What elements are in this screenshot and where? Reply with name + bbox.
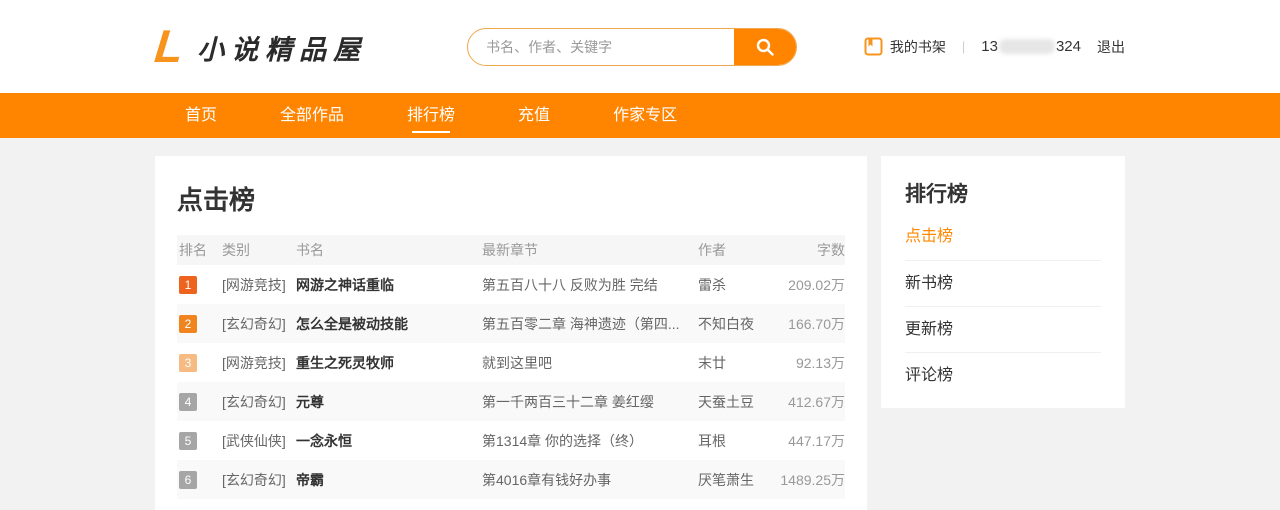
phone-blur bbox=[998, 39, 1055, 54]
page: L 小说精品屋 我的书架 bbox=[0, 0, 1280, 510]
col-header-words: 字数 bbox=[817, 242, 845, 258]
table-row: 6 [玄幻奇幻] 帝霸 第4016章有钱好办事 厌笔萧生 1489.25万 bbox=[177, 460, 845, 499]
rank-badge: 4 bbox=[179, 392, 197, 411]
rank-cell: 1 bbox=[177, 275, 222, 294]
phone-prefix: 13 bbox=[981, 38, 998, 55]
book-title-link[interactable]: 元尊 bbox=[296, 392, 482, 412]
col-header-category: 类别 bbox=[222, 242, 250, 258]
rank-cell: 5 bbox=[177, 431, 222, 450]
rank-cell: 6 bbox=[177, 470, 222, 489]
search-input[interactable] bbox=[468, 28, 735, 65]
logout-link[interactable]: 退出 bbox=[1097, 37, 1125, 57]
word-count-cell: 209.02万 bbox=[788, 276, 845, 293]
book-title-link[interactable]: 帝霸 bbox=[296, 470, 482, 490]
latest-chapter-link[interactable]: 第五百八十八 反败为胜 完结 bbox=[482, 275, 698, 295]
sidebar-item-新书榜[interactable]: 新书榜 bbox=[905, 260, 1101, 306]
main-nav: 首页 全部作品 排行榜 充值 作家专区 bbox=[0, 93, 1280, 138]
rank-cell: 3 bbox=[177, 353, 222, 372]
table-row: 3 [网游竞技] 重生之死灵牧师 就到这里吧 末廿 92.13万 bbox=[177, 343, 845, 382]
col-header-title: 书名 bbox=[296, 242, 324, 258]
book-title-link[interactable]: 网游之神话重临 bbox=[296, 275, 482, 295]
book-title-link[interactable]: 一念永恒 bbox=[296, 431, 482, 451]
table-row: 2 [玄幻奇幻] 怎么全是被动技能 第五百零二章 海神遗迹（第四... 不知白夜… bbox=[177, 304, 845, 343]
table-row: 4 [玄幻奇幻] 元尊 第一千两百三十二章 姜红缨 天蚕土豆 412.67万 bbox=[177, 382, 845, 421]
sidebar-title: 排行榜 bbox=[905, 183, 968, 206]
site-header: L 小说精品屋 我的书架 bbox=[0, 0, 1280, 93]
book-title-link[interactable]: 怎么全是被动技能 bbox=[296, 314, 482, 334]
word-count-cell: 412.67万 bbox=[788, 393, 845, 410]
latest-chapter-link[interactable]: 第1314章 你的选择（终） bbox=[482, 431, 698, 451]
nav-item-首页[interactable]: 首页 bbox=[185, 93, 217, 138]
search-bar bbox=[467, 27, 798, 66]
author-cell: 不知白夜 bbox=[698, 315, 754, 332]
phone-suffix: 324 bbox=[1055, 38, 1081, 55]
nav-item-充值[interactable]: 充值 bbox=[518, 93, 550, 138]
col-header-chapter: 最新章节 bbox=[482, 242, 538, 258]
sidebar-item-点击榜[interactable]: 点击榜 bbox=[905, 214, 1101, 260]
table-row: 1 [网游竞技] 网游之神话重临 第五百八十八 反败为胜 完结 雷杀 209.0… bbox=[177, 265, 845, 304]
bookshelf-link[interactable]: 我的书架 bbox=[864, 37, 946, 57]
col-header-rank: 排名 bbox=[179, 242, 207, 258]
category-cell[interactable]: [网游竞技] bbox=[222, 275, 296, 295]
sidebar-item-更新榜[interactable]: 更新榜 bbox=[905, 306, 1101, 352]
rank-cell: 4 bbox=[177, 392, 222, 411]
author-cell: 雷杀 bbox=[698, 276, 726, 293]
category-cell[interactable]: [玄幻奇幻] bbox=[222, 314, 296, 334]
table-row: 5 [武侠仙侠] 一念永恒 第1314章 你的选择（终） 耳根 447.17万 bbox=[177, 421, 845, 460]
author-cell: 末廿 bbox=[698, 354, 726, 371]
category-cell[interactable]: [玄幻奇幻] bbox=[222, 392, 296, 412]
word-count-cell: 447.17万 bbox=[788, 432, 845, 449]
word-count-cell: 92.13万 bbox=[795, 354, 845, 371]
word-count-cell: 166.70万 bbox=[788, 315, 845, 332]
rank-badge: 5 bbox=[179, 431, 197, 450]
author-cell: 厌笔萧生 bbox=[698, 471, 754, 488]
book-icon bbox=[864, 37, 883, 56]
rank-badge: 6 bbox=[179, 470, 197, 489]
category-cell[interactable]: [网游竞技] bbox=[222, 353, 296, 373]
rank-badge: 3 bbox=[179, 353, 197, 372]
logo-icon: L bbox=[152, 19, 186, 72]
sidebar-item-评论榜[interactable]: 评论榜 bbox=[905, 352, 1101, 398]
table-header-row: 排名 类别 书名 最新章节 作者 字数 bbox=[177, 235, 845, 265]
bookshelf-label: 我的书架 bbox=[889, 38, 946, 55]
logo[interactable]: L 小说精品屋 bbox=[152, 19, 368, 72]
nav-item-作家专区[interactable]: 作家专区 bbox=[613, 93, 677, 138]
search-button[interactable] bbox=[734, 28, 797, 65]
header-divider: | bbox=[961, 39, 966, 54]
rank-badge: 1 bbox=[179, 275, 197, 294]
ranking-table: 排名 类别 书名 最新章节 作者 字数 1 [网游竞技] 网游之神话重临 第五百… bbox=[177, 235, 845, 510]
search-icon bbox=[756, 38, 774, 56]
author-cell: 耳根 bbox=[698, 432, 726, 449]
category-cell[interactable]: [玄幻奇幻] bbox=[222, 470, 296, 490]
nav-item-排行榜[interactable]: 排行榜 bbox=[407, 93, 455, 138]
brand-name: 小说精品屋 bbox=[197, 34, 368, 65]
latest-chapter-link[interactable]: 第五百零二章 海神遗迹（第四... bbox=[482, 314, 698, 334]
rank-badge: 2 bbox=[179, 314, 197, 333]
phone-number: 13 324 bbox=[981, 38, 1081, 55]
ranking-sidebar: 排行榜 点击榜 新书榜 更新榜 评论榜 bbox=[881, 156, 1125, 408]
book-title-link[interactable]: 重生之死灵牧师 bbox=[296, 353, 482, 373]
latest-chapter-link[interactable]: 第一千两百三十二章 姜红缨 bbox=[482, 392, 698, 412]
table-row: 7 [武侠仙侠] 妖女请自重 第六十五章 埋伏（求票，求打... 神思箭 21.… bbox=[177, 499, 845, 510]
latest-chapter-link[interactable]: 就到这里吧 bbox=[482, 353, 698, 373]
rank-cell: 2 bbox=[177, 314, 222, 333]
col-header-author: 作者 bbox=[698, 242, 726, 258]
latest-chapter-link[interactable]: 第4016章有钱好办事 bbox=[482, 470, 698, 490]
author-cell: 天蚕土豆 bbox=[698, 393, 754, 410]
category-cell[interactable]: [武侠仙侠] bbox=[222, 431, 296, 451]
nav-item-全部作品[interactable]: 全部作品 bbox=[280, 93, 344, 138]
page-title: 点击榜 bbox=[177, 185, 256, 215]
ranking-panel: 点击榜 排名 类别 书名 最新章节 作者 字数 1 [网游竞技] 网游之神话重临… bbox=[155, 156, 867, 510]
word-count-cell: 1489.25万 bbox=[780, 471, 845, 488]
user-area: 我的书架 | 13 324 退出 bbox=[864, 37, 1125, 57]
